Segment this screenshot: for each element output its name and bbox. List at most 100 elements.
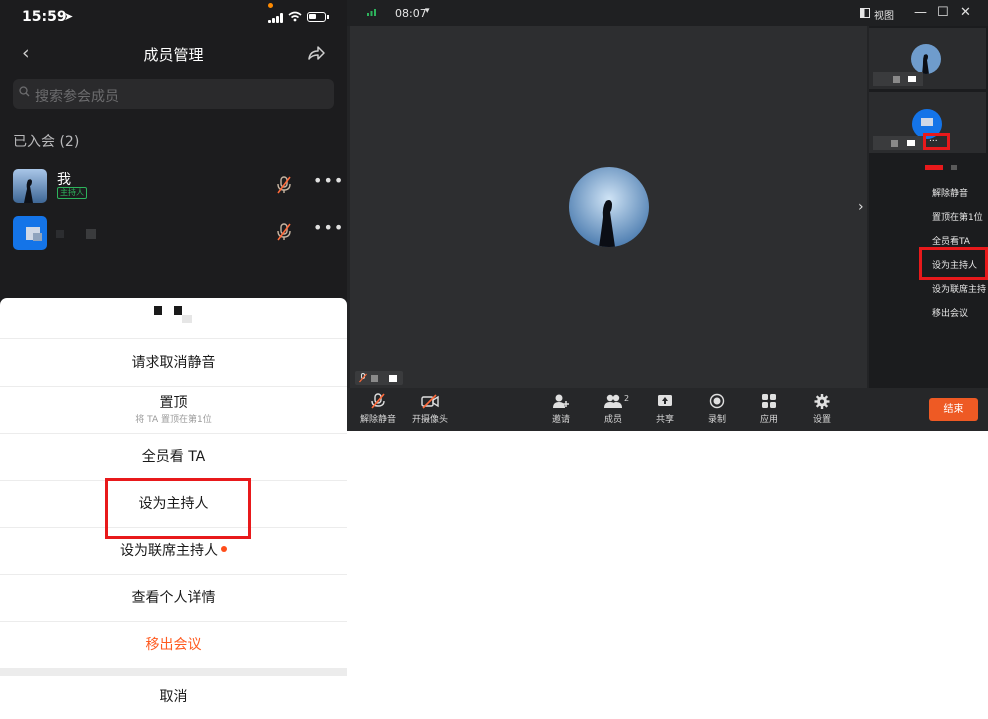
thumbnail-name-tag xyxy=(873,72,923,86)
settings-button[interactable]: 设置 xyxy=(799,393,845,425)
main-video-area: › xyxy=(350,26,867,388)
sheet-item-everyone-view[interactable]: 全员看 TA xyxy=(0,433,347,480)
highlight-box xyxy=(919,247,988,280)
avatar-glyph xyxy=(33,233,42,241)
toolbar-label: 共享 xyxy=(655,415,674,425)
sheet-item-label: 设为联席主持人 xyxy=(120,543,218,559)
invite-button[interactable]: 邀请 xyxy=(538,393,584,425)
member-action-sheet: 请求取消静音 置顶 将 TA 置顶在第1位 全员看 TA 设为主持人 设为联席主… xyxy=(0,298,347,719)
wifi-icon xyxy=(288,11,302,22)
view-layout-icon xyxy=(860,8,870,18)
sheet-item-label: 全员看 TA xyxy=(141,449,206,465)
avatar xyxy=(13,216,47,250)
more-button[interactable]: ... xyxy=(929,134,938,144)
sheet-item-view-profile[interactable]: 查看个人详情 xyxy=(0,574,347,621)
settings-icon xyxy=(814,394,830,409)
thumbnail-name-tag xyxy=(873,136,923,150)
minimize-button[interactable]: — xyxy=(914,5,927,20)
members-icon xyxy=(604,394,622,408)
mic-muted-icon xyxy=(371,393,385,409)
avatar xyxy=(13,169,47,203)
menu-item-unmute[interactable]: 解除静音 xyxy=(932,186,968,199)
title-bar: 08:07 ▾ 视图 — ☐ ✕ xyxy=(347,0,988,26)
toolbar-label: 开摄像头 xyxy=(411,415,448,425)
toolbar-label: 录制 xyxy=(707,415,726,425)
cellular-signal-icon xyxy=(268,13,284,23)
mobile-member-management: 15:59 ➤ ‹ 成员管理 搜索参会成员 已入会 (2) 我 主持人 ••• … xyxy=(0,0,347,719)
share-button[interactable]: 共享 xyxy=(642,393,688,425)
more-icon[interactable]: ••• xyxy=(313,218,344,237)
close-button[interactable]: ✕ xyxy=(960,5,971,20)
search-input[interactable]: 搜索参会成员 xyxy=(13,79,334,109)
mic-muted-icon[interactable] xyxy=(275,222,293,242)
meeting-toolbar: 解除静音 开摄像头 邀请 2 成员 共享 录制 应用 设置 结束 xyxy=(347,388,988,431)
cancel-label: 取消 xyxy=(159,689,188,705)
apps-button[interactable]: 应用 xyxy=(746,393,792,425)
toolbar-label: 应用 xyxy=(759,415,778,425)
toolbar-label: 解除静音 xyxy=(359,415,396,425)
member-name: 我 xyxy=(57,172,71,188)
participant-panel: ... 解除静音 置顶在第1位 全员看TA 设为主持人 设为联席主持 移出会议 xyxy=(869,26,988,388)
menu-header-redacted xyxy=(925,165,965,170)
mic-muted-icon xyxy=(359,373,367,383)
add-user-icon xyxy=(553,394,569,408)
new-badge-dot xyxy=(221,546,227,552)
network-signal-icon xyxy=(367,9,376,16)
more-button-highlight: ... xyxy=(923,133,950,150)
view-button[interactable]: 视图 xyxy=(874,7,894,22)
sheet-header-redacted-name xyxy=(0,298,347,338)
battery-icon xyxy=(307,12,326,22)
member-count: 2 xyxy=(624,394,630,403)
menu-item-everyone-view[interactable]: 全员看TA xyxy=(932,234,970,247)
toolbar-label: 邀请 xyxy=(551,415,570,425)
mic-muted-icon[interactable] xyxy=(275,175,293,195)
search-icon xyxy=(19,86,30,97)
share-screen-icon xyxy=(658,395,672,406)
sheet-item-label: 移出会议 xyxy=(145,637,202,653)
members-button[interactable]: 2 成员 xyxy=(590,393,636,425)
host-badge: 主持人 xyxy=(57,187,87,199)
menu-item-make-cohost[interactable]: 设为联席主持 xyxy=(932,282,986,295)
chevron-down-icon[interactable]: ▾ xyxy=(425,6,430,16)
member-name-redacted xyxy=(56,228,98,239)
battery-cap xyxy=(327,15,329,19)
speaker-name-tag xyxy=(355,371,403,385)
meeting-duration: 08:07 xyxy=(395,7,427,20)
cancel-button[interactable]: 取消 xyxy=(0,676,347,719)
recording-indicator-dot xyxy=(268,3,273,8)
apps-icon xyxy=(762,394,776,408)
camera-off-icon xyxy=(421,394,439,409)
end-meeting-button[interactable]: 结束 xyxy=(929,398,978,421)
search-placeholder: 搜索参会成员 xyxy=(35,89,119,105)
sheet-divider xyxy=(0,668,347,676)
more-icon[interactable]: ••• xyxy=(313,171,344,190)
maximize-button[interactable]: ☐ xyxy=(937,5,949,20)
menu-item-remove[interactable]: 移出会议 xyxy=(932,306,968,319)
sheet-item-label: 请求取消静音 xyxy=(131,355,216,371)
sheet-item-sublabel: 将 TA 置顶在第1位 xyxy=(135,415,212,425)
record-icon xyxy=(709,393,725,409)
expand-panel-chevron[interactable]: › xyxy=(858,199,864,215)
speaker-avatar xyxy=(569,167,649,247)
camera-button[interactable]: 开摄像头 xyxy=(407,393,453,425)
sheet-item-remove[interactable]: 移出会议 xyxy=(0,621,347,668)
page-title: 成员管理 xyxy=(143,46,204,64)
status-time: 15:59 xyxy=(22,9,67,25)
highlight-box xyxy=(105,478,251,539)
menu-item-pin[interactable]: 置顶在第1位 xyxy=(932,210,983,223)
toolbar-label: 设置 xyxy=(812,415,831,425)
sheet-item-pin[interactable]: 置顶 将 TA 置顶在第1位 xyxy=(0,386,347,433)
member-row[interactable]: 我 主持人 ••• xyxy=(0,166,347,210)
record-button[interactable]: 录制 xyxy=(694,393,740,425)
sheet-item-request-unmute[interactable]: 请求取消静音 xyxy=(0,338,347,386)
location-icon: ➤ xyxy=(64,10,74,23)
unmute-button[interactable]: 解除静音 xyxy=(355,393,401,425)
avatar xyxy=(911,44,941,74)
member-row[interactable]: ••• xyxy=(0,213,347,257)
participant-thumbnail[interactable] xyxy=(869,28,986,89)
desktop-meeting-window: 08:07 ▾ 视图 — ☐ ✕ › ... 解除静音 置顶在第1位 全员看TA… xyxy=(347,0,988,431)
section-joined-header: 已入会 (2) xyxy=(13,134,80,150)
status-bar: 15:59 ➤ xyxy=(0,0,347,36)
share-icon[interactable] xyxy=(306,44,326,62)
sheet-item-label: 置顶 xyxy=(159,395,188,411)
